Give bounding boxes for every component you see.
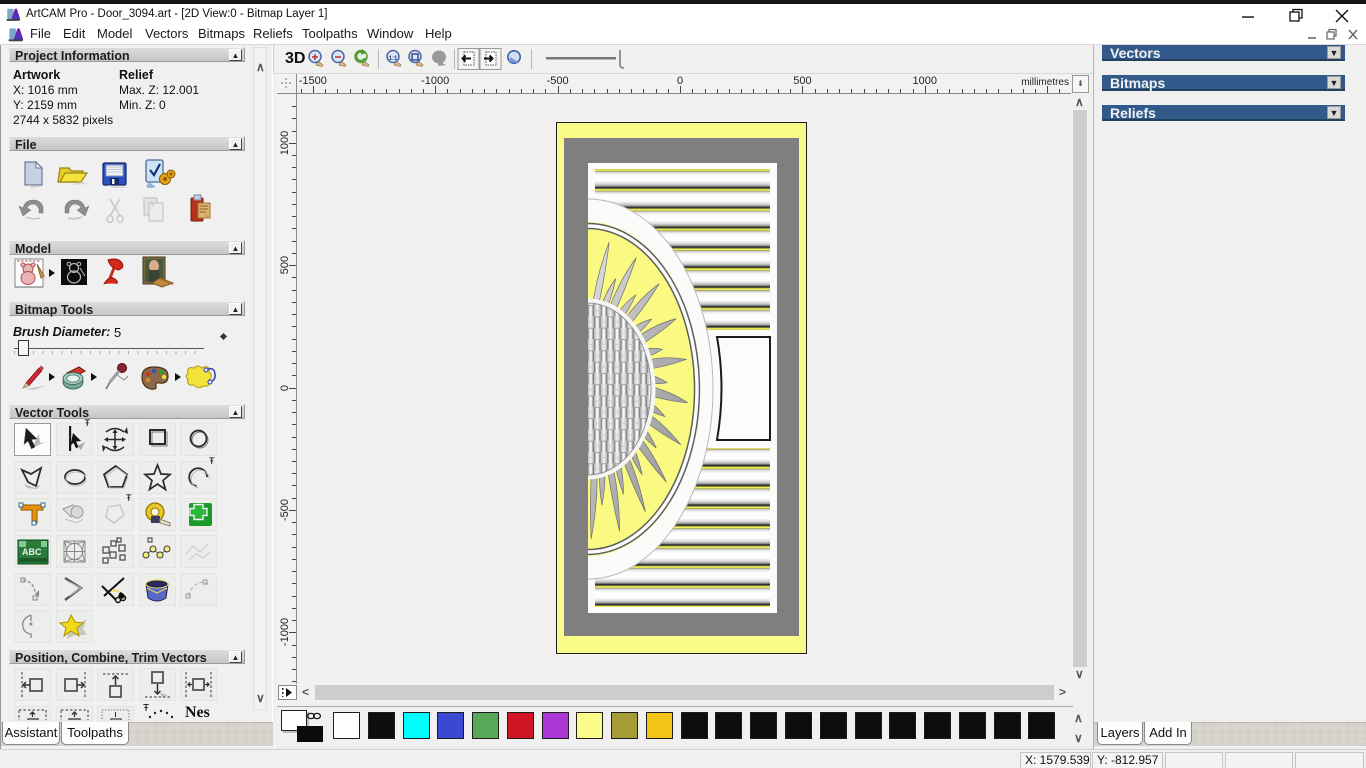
svg-text:1:1: 1:1	[389, 56, 398, 62]
svg-text:ABC: ABC	[22, 547, 42, 557]
